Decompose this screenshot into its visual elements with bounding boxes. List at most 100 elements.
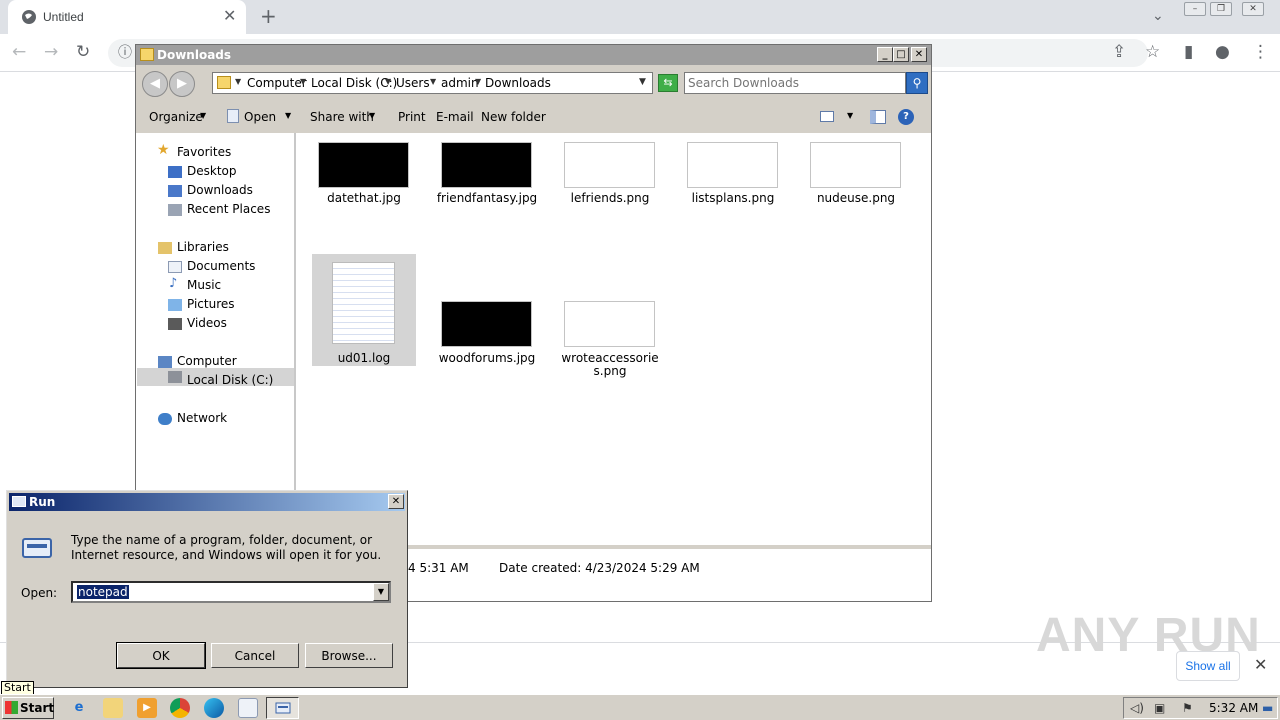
nav-local-disk[interactable]: Local Disk (C:) [187, 373, 273, 387]
chrome-icon[interactable] [170, 698, 190, 718]
internet-explorer-icon[interactable]: e [69, 698, 89, 718]
tab-close-icon[interactable]: ✕ [223, 8, 236, 24]
chevron-down-icon[interactable]: ▼ [235, 77, 241, 86]
nav-music[interactable]: Music [187, 278, 221, 292]
bookmark-star-icon[interactable]: ☆ [1145, 42, 1160, 62]
nav-favorites[interactable]: Favorites [177, 145, 231, 159]
edge-icon[interactable] [204, 698, 224, 718]
chevron-down-icon[interactable]: ▼ [475, 77, 481, 86]
file-name: woodforums.jpg [438, 351, 536, 365]
network-icon [158, 413, 172, 425]
taskbar-run-button[interactable] [266, 697, 299, 719]
breadcrumb-users[interactable]: Users [396, 76, 430, 90]
breadcrumb-admin[interactable]: admin [441, 76, 479, 90]
ok-button[interactable]: OK [116, 642, 206, 669]
profile-avatar-icon[interactable]: ● [1215, 42, 1230, 62]
notepad-icon[interactable] [238, 698, 258, 718]
refresh-icon[interactable]: ⇆ [658, 74, 678, 92]
address-history-dropdown-icon[interactable]: ▼ [639, 77, 646, 87]
new-folder-button[interactable]: New folder [481, 110, 546, 124]
close-icon[interactable]: ✕ [388, 494, 404, 509]
chevron-down-icon[interactable]: ▼ [373, 583, 389, 601]
nav-computer[interactable]: Computer [177, 354, 237, 368]
clock[interactable]: 5:32 AM [1209, 701, 1258, 715]
search-input[interactable] [688, 75, 902, 91]
breadcrumb-computer[interactable]: Computer [247, 76, 307, 90]
reload-icon[interactable]: ↻ [76, 42, 90, 62]
view-options-icon[interactable] [820, 111, 834, 122]
action-center-flag-icon[interactable]: ⚑ [1182, 701, 1193, 715]
restore-icon[interactable]: ❐ [1210, 2, 1232, 16]
nav-desktop[interactable]: Desktop [187, 164, 237, 178]
file-item[interactable]: friendfantasy.jpg [435, 133, 539, 245]
nav-videos[interactable]: Videos [187, 316, 227, 330]
run-titlebar[interactable]: Run ✕ [9, 493, 405, 511]
search-field[interactable] [684, 72, 906, 94]
chevron-down-icon[interactable]: ▼ [847, 111, 853, 120]
breadcrumb-downloads[interactable]: Downloads [485, 76, 551, 90]
preview-pane-icon[interactable] [870, 110, 886, 124]
email-button[interactable]: E-mail [436, 110, 474, 124]
nav-network[interactable]: Network [177, 411, 227, 425]
explorer-titlebar[interactable]: Downloads _ □ ✕ [136, 45, 931, 65]
recent-places-icon [168, 204, 182, 216]
media-player-icon[interactable]: ▶ [137, 698, 157, 718]
site-info-icon[interactable]: ⓘ [118, 43, 132, 63]
forward-icon[interactable]: → [44, 42, 58, 62]
nav-pictures[interactable]: Pictures [187, 297, 235, 311]
explorer-folder-icon[interactable] [103, 698, 123, 718]
forward-icon[interactable]: ▶ [169, 71, 195, 97]
file-item[interactable]: datethat.jpg [312, 133, 416, 245]
chevron-down-icon: ▼ [369, 111, 376, 120]
browser-tab[interactable]: Untitled ✕ [8, 0, 246, 34]
image-thumbnail [564, 142, 655, 188]
back-icon[interactable]: ← [12, 42, 26, 62]
minimize-icon[interactable]: – [1184, 2, 1206, 16]
side-panel-icon[interactable]: ▮ [1184, 42, 1193, 62]
share-icon[interactable]: ⇪ [1112, 42, 1126, 62]
network-status-icon[interactable]: ▣ [1154, 701, 1165, 715]
print-button[interactable]: Print [398, 110, 426, 124]
nav-libraries[interactable]: Libraries [177, 240, 229, 254]
menu-kebab-icon[interactable]: ⋮ [1252, 42, 1269, 62]
speaker-icon[interactable]: ◁) [1130, 701, 1144, 715]
close-icon[interactable]: ✕ [911, 47, 927, 62]
file-name: listsplans.png [691, 191, 775, 205]
start-button[interactable]: Start [2, 697, 54, 719]
nav-recent-places[interactable]: Recent Places [187, 202, 270, 216]
maximize-icon[interactable]: □ [893, 47, 909, 62]
text-document-icon [332, 262, 395, 344]
show-all-downloads-button[interactable]: Show all [1176, 651, 1240, 681]
file-name: nudeuse.png [816, 191, 896, 205]
file-item[interactable]: lefriends.png [558, 133, 662, 245]
file-item[interactable]: ud01.log [312, 254, 416, 366]
close-window-icon[interactable]: ✕ [1242, 2, 1264, 16]
open-combobox[interactable]: notepad ▼ [71, 581, 391, 603]
browse-button[interactable]: Browse... [305, 643, 393, 668]
help-icon[interactable]: ? [898, 109, 914, 125]
cancel-button[interactable]: Cancel [211, 643, 299, 668]
open-input-value[interactable]: notepad [77, 585, 129, 599]
chevron-down-icon[interactable]: ▼ [300, 77, 306, 86]
breadcrumb[interactable]: ▼ Computer ▼ Local Disk (C:) ▼ Users ▼ a… [212, 72, 653, 94]
file-item[interactable]: woodforums.jpg [435, 254, 539, 366]
show-desktop-icon[interactable]: ▬ [1262, 701, 1273, 715]
back-icon[interactable]: ◀ [142, 71, 168, 97]
videos-icon [168, 318, 182, 330]
new-tab-button[interactable]: + [260, 6, 277, 26]
search-icon[interactable]: ⚲ [906, 72, 928, 94]
organize-button[interactable]: Organize [149, 110, 203, 124]
chevron-down-icon[interactable]: ▼ [430, 77, 436, 86]
open-button[interactable]: Open [244, 110, 276, 124]
chevron-down-icon[interactable]: ▼ [385, 77, 391, 86]
file-item[interactable]: wroteaccessories.png [558, 254, 662, 378]
minimize-icon[interactable]: _ [877, 47, 893, 62]
nav-downloads[interactable]: Downloads [187, 183, 253, 197]
file-name: wroteaccessories.png [561, 351, 659, 378]
file-item[interactable]: nudeuse.png [804, 133, 908, 245]
close-download-bar-icon[interactable]: ✕ [1254, 655, 1267, 674]
tab-search-chevron-icon[interactable]: ⌄ [1152, 8, 1164, 24]
file-item[interactable]: listsplans.png [681, 133, 785, 245]
nav-documents[interactable]: Documents [187, 259, 255, 273]
share-with-button[interactable]: Share with [310, 110, 374, 124]
